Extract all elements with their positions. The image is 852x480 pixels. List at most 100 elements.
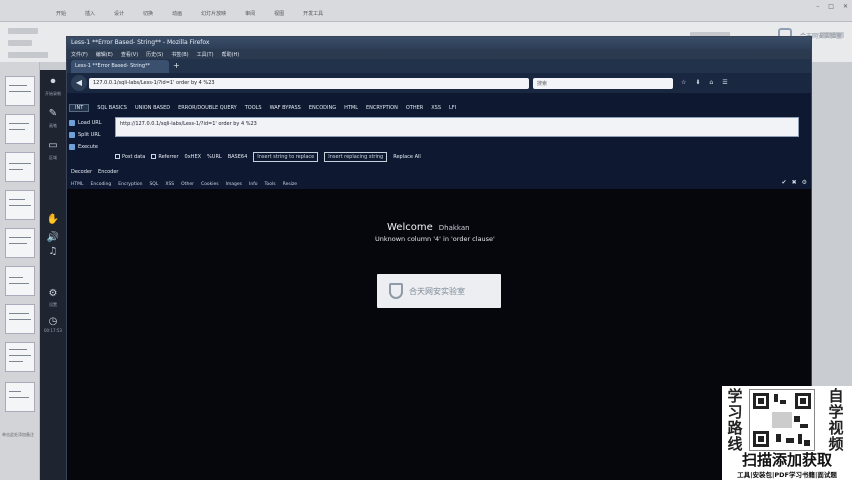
lab-logo-text: 合天网安实验室 (409, 287, 465, 296)
wps-tab[interactable]: 开发工具 (303, 10, 323, 17)
encoder-button[interactable]: Encoder (98, 169, 118, 175)
tool-images[interactable]: Images (226, 182, 242, 187)
welcome-heading: Welcome Dhakkan (387, 222, 470, 233)
hackbar-menu-item[interactable]: SQL BASICS (97, 105, 127, 111)
close-icon[interactable]: ✕ (843, 3, 848, 10)
hackbar-menu-item[interactable]: HTML (344, 105, 358, 111)
minimize-icon[interactable]: – (816, 3, 819, 10)
ribbon-group[interactable] (8, 28, 38, 34)
region-icon[interactable]: ▭ (45, 138, 61, 154)
url-bar[interactable]: 127.0.0.1/sqli-labs/Less-1/?id=1' order … (89, 78, 529, 89)
wps-tab[interactable]: 插入 (85, 10, 95, 17)
music-icon[interactable]: ♫ (45, 244, 61, 260)
qr-code[interactable] (749, 389, 815, 451)
record-icon[interactable]: ⏺ (45, 74, 61, 90)
back-arrow-icon[interactable]: ◀ (71, 75, 87, 91)
base64-button[interactable]: BASE64 (228, 154, 248, 160)
tool-xss[interactable]: XSS (165, 182, 174, 187)
slide-thumbnail[interactable] (5, 152, 35, 182)
hackbar-menu-item[interactable]: ENCODING (309, 105, 336, 111)
home-icon[interactable]: ⌂ (709, 79, 713, 86)
hand-icon[interactable]: ✋ (45, 212, 61, 228)
load-url-button[interactable]: Load URL (69, 117, 113, 129)
menu-bookmarks[interactable]: 书签(B) (171, 51, 188, 58)
tool-html[interactable]: HTML (71, 182, 84, 187)
browser-tab[interactable]: Less-1 **Error Based- String** (71, 60, 169, 73)
hackbar-menu-item[interactable]: ERROR/DOUBLE QUERY (178, 105, 237, 111)
replace-all-button[interactable]: Replace All (393, 154, 421, 160)
hackbar-menu-item[interactable]: WAF BYPASS (270, 105, 301, 111)
hackbar-menu-item[interactable]: TOOLS (245, 105, 262, 111)
hackbar-menu-item[interactable]: OTHER (406, 105, 423, 111)
tool-resize[interactable]: Resize (283, 182, 297, 187)
tool-encoding[interactable]: Encoding (91, 182, 112, 187)
notes-label[interactable]: 单击此处添加备注 (2, 432, 34, 438)
tool-tools[interactable]: Tools (265, 182, 276, 187)
menu-history[interactable]: 历史(S) (146, 51, 163, 58)
referrer-label: Referrer (158, 154, 179, 160)
slide-thumbnail[interactable] (5, 266, 35, 296)
tool-other[interactable]: Other (181, 182, 194, 187)
hex-button[interactable]: 0xHEX (185, 154, 201, 160)
check-icon[interactable]: ✔ (782, 179, 787, 186)
tool-cookies[interactable]: Cookies (201, 182, 219, 187)
slide-thumbnail[interactable] (5, 304, 35, 334)
ribbon-group[interactable] (8, 40, 32, 46)
hackbar-url-textarea[interactable]: http://127.0.0.1/sqli-labs/Less-1/?id=1'… (115, 117, 799, 137)
referrer-checkbox[interactable]: Referrer (151, 154, 179, 160)
qr-promo-overlay: 学习路线 自学视频 扫描添加获取 工具|安装包|PDF学习书籍|面试题 (722, 386, 852, 480)
tool-encryption[interactable]: Encryption (118, 182, 142, 187)
hackbar-menu-item[interactable]: XSS (431, 105, 441, 111)
replace-from-input[interactable]: Insert string to replace (253, 152, 319, 162)
hackbar-menu-item[interactable]: LFI (449, 105, 456, 111)
promo-subtitle: 工具|安装包|PDF学习书籍|面试题 (737, 471, 837, 479)
maximize-icon[interactable]: □ (828, 3, 834, 10)
menu-edit[interactable]: 编辑(E) (96, 51, 113, 58)
new-tab-icon[interactable]: + (173, 61, 180, 70)
wps-tab[interactable]: 设计 (114, 10, 124, 17)
load-url-icon (69, 120, 75, 126)
wps-tab[interactable]: 切换 (143, 10, 153, 17)
cross-icon[interactable]: ✖ (792, 179, 797, 186)
bookmark-star-icon[interactable]: ☆ (681, 79, 686, 86)
menu-help[interactable]: 帮助(H) (222, 51, 240, 58)
wps-tab[interactable]: 视图 (274, 10, 284, 17)
wps-window-controls: – □ ✕ (816, 3, 848, 10)
hackbar-menu-item[interactable]: ENCRYPTION (366, 105, 398, 111)
wps-tab[interactable]: 动画 (172, 10, 182, 17)
post-data-label: Post data (122, 154, 146, 160)
hackbar-type-select[interactable]: INT (69, 104, 90, 112)
slide-thumbnail[interactable] (5, 228, 35, 258)
ribbon-group[interactable] (8, 52, 48, 58)
search-input[interactable]: 搜索 (533, 78, 673, 89)
decoder-button[interactable]: Decoder (71, 169, 92, 175)
menu-tools[interactable]: 工具(T) (197, 51, 214, 58)
screen: { "wps": { "tabs": ["开始","插入","设计","切换",… (0, 0, 852, 480)
slide-thumbnail[interactable] (5, 76, 35, 106)
wps-tab[interactable]: 开始 (56, 10, 66, 17)
replace-to-input[interactable]: Insert replacing string (324, 152, 388, 162)
firefox-window: Less-1 **Error Based- String** - Mozilla… (66, 36, 812, 480)
hackbar-menu: INT SQL BASICS UNION BASED ERROR/DOUBLE … (67, 103, 811, 113)
post-data-checkbox[interactable]: Post data (115, 154, 145, 160)
hackbar-menu-item[interactable]: UNION BASED (135, 105, 170, 111)
download-icon[interactable]: ⬇ (695, 79, 700, 86)
slide-thumbnail[interactable] (5, 114, 35, 144)
wps-tab[interactable]: 幻灯片放映 (201, 10, 226, 17)
slide-thumbnail[interactable] (5, 342, 35, 372)
menu-file[interactable]: 文件(F) (71, 51, 88, 58)
slide-thumbnail[interactable] (5, 382, 35, 412)
slide-thumbnail[interactable] (5, 190, 35, 220)
pen-icon[interactable]: ✎ (45, 106, 61, 122)
menu-icon[interactable]: ☰ (722, 79, 727, 86)
gear-icon[interactable]: ⚙ (802, 179, 807, 186)
wps-tab[interactable]: 审阅 (245, 10, 255, 17)
menu-view[interactable]: 查看(V) (121, 51, 138, 58)
split-url-button[interactable]: Split URL (69, 129, 113, 141)
tool-sql[interactable]: SQL (149, 182, 158, 187)
settings-icon[interactable]: ⚙ (45, 286, 61, 302)
url-encode-button[interactable]: %URL (207, 154, 222, 160)
tool-info[interactable]: Info (249, 182, 258, 187)
hackbar: INT SQL BASICS UNION BASED ERROR/DOUBLE … (67, 93, 811, 189)
execute-button[interactable]: Execute (69, 141, 113, 153)
